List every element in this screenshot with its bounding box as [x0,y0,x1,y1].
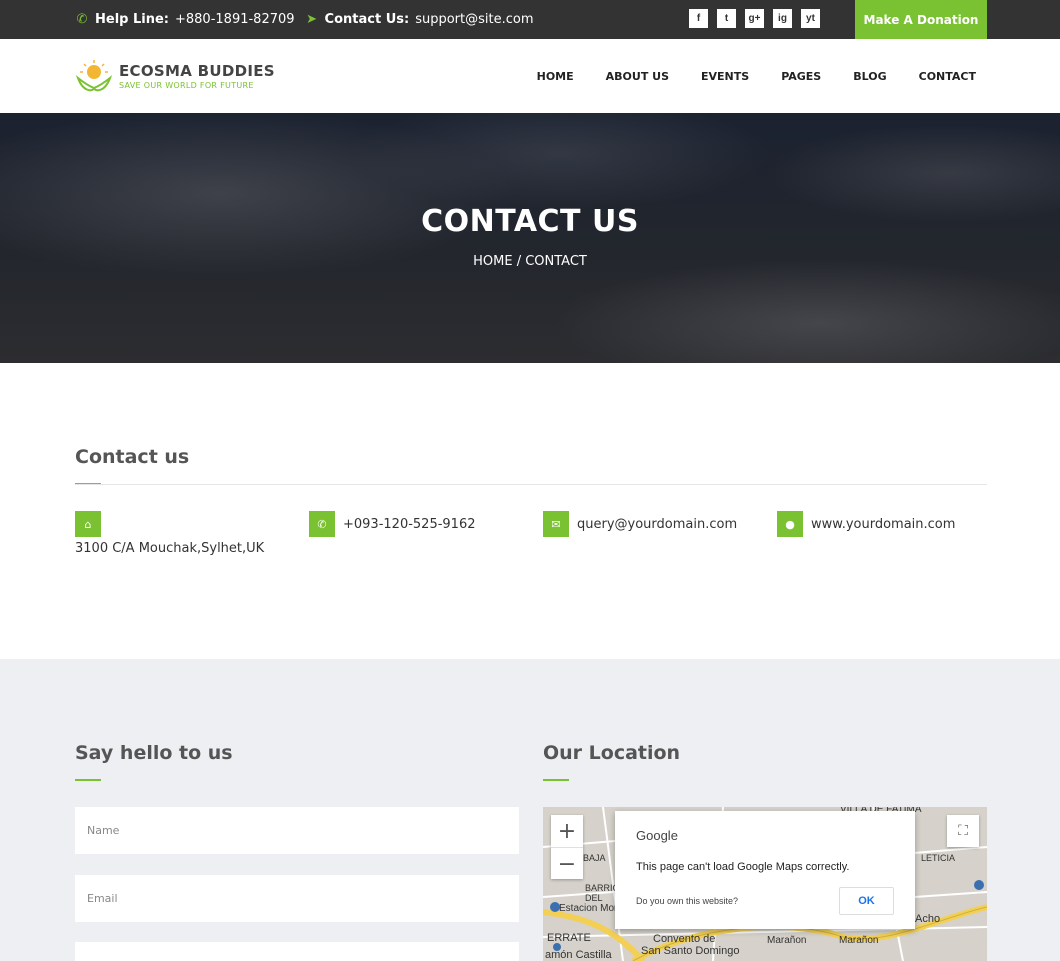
message-input[interactable] [75,942,519,961]
email-input[interactable]: Email [75,875,519,922]
name-input[interactable]: Name [75,807,519,854]
leaf-sun-logo-icon [75,60,113,92]
top-bar: ✆ Help Line: +880-1891-82709 ➤ Contact U… [0,0,1060,39]
contact-email-link[interactable]: support@site.com [415,12,533,27]
title-underline [75,779,101,781]
phone-text[interactable]: +093-120-525-9162 [343,517,476,532]
map-label-estacion: Estacion Mor [559,903,618,914]
address-text: 3100 C/A Mouchak,Sylhet,UK [75,541,265,556]
map-error-dialog: Google This page can't load Google Maps … [615,811,915,929]
phone-icon: ✆ [309,511,335,537]
map-label-santo: San Santo Domingo [641,945,740,957]
facebook-icon[interactable]: f [689,9,708,28]
map-label-maranon-2: Marañon [839,935,879,946]
ok-button[interactable]: OK [839,887,894,915]
form-section-title: Say hello to us [75,742,233,764]
social-links: f t g+ ig yt [689,9,820,28]
page-title: CONTACT US [421,204,639,239]
top-contact-info: ✆ Help Line: +880-1891-82709 ➤ Contact U… [75,0,534,39]
nav-menu: HOME ABOUT US EVENTS PAGES BLOG CONTACT [537,70,976,83]
logo-tagline: SAVE OUR WORLD FOR FUTURE [119,81,254,90]
site-logo[interactable]: ECOSMA BUDDIES SAVE OUR WORLD FOR FUTURE [75,58,275,94]
map-zoom-control: + − [551,815,583,879]
contact-us-label: Contact Us: [324,12,410,27]
help-line-number[interactable]: +880-1891-82709 [175,12,295,27]
map-label-castilla: amón Castilla [545,949,612,961]
nav-item-events[interactable]: EVENTS [701,70,749,83]
title-underline [543,779,569,781]
nav-item-contact[interactable]: CONTACT [919,70,976,83]
contact-section-title: Contact us [75,446,190,468]
location-section-title: Our Location [543,742,681,764]
map-error-message: This page can't load Google Maps correct… [636,861,850,873]
divider [75,484,987,485]
paper-plane-icon: ➤ [306,12,317,27]
website-text[interactable]: www.yourdomain.com [811,517,955,532]
fullscreen-icon[interactable]: ⛶ [947,815,979,847]
home-icon: ⌂ [75,511,101,537]
map-label-convento: Convento de [653,933,716,945]
nav-item-pages[interactable]: PAGES [781,70,821,83]
help-line-label: Help Line: [95,12,169,27]
instagram-icon[interactable]: ig [773,9,792,28]
make-donation-button[interactable]: Make A Donation [855,0,987,39]
email-text[interactable]: query@yourdomain.com [577,517,737,532]
map-label-acho: Acho [915,913,941,925]
map-label-baja: BAJA [583,853,606,863]
google-plus-icon[interactable]: g+ [745,9,764,28]
google-logo: Google [636,828,678,843]
breadcrumb[interactable]: HOME / CONTACT [0,254,1060,269]
youtube-icon[interactable]: yt [801,9,820,28]
globe-icon: ● [777,511,803,537]
twitter-icon[interactable]: t [717,9,736,28]
map-label-del: DEL [585,893,603,903]
envelope-icon: ✉ [543,511,569,537]
own-website-question[interactable]: Do you own this website? [636,896,738,906]
phone-icon: ✆ [76,12,88,27]
logo-name: ECOSMA BUDDIES [119,62,275,80]
map-label-leticia: LETICIA [921,853,956,863]
nav-item-home[interactable]: HOME [537,70,574,83]
page-banner: CONTACT US HOME / CONTACT [0,113,1060,363]
nav-item-blog[interactable]: BLOG [853,70,886,83]
map-label-maranon-1: Marañon [767,935,807,946]
map-label-errate: ERRATE [547,932,591,944]
zoom-out-button[interactable]: − [551,848,583,880]
nav-item-about-us[interactable]: ABOUT US [606,70,669,83]
zoom-in-button[interactable]: + [551,815,583,847]
